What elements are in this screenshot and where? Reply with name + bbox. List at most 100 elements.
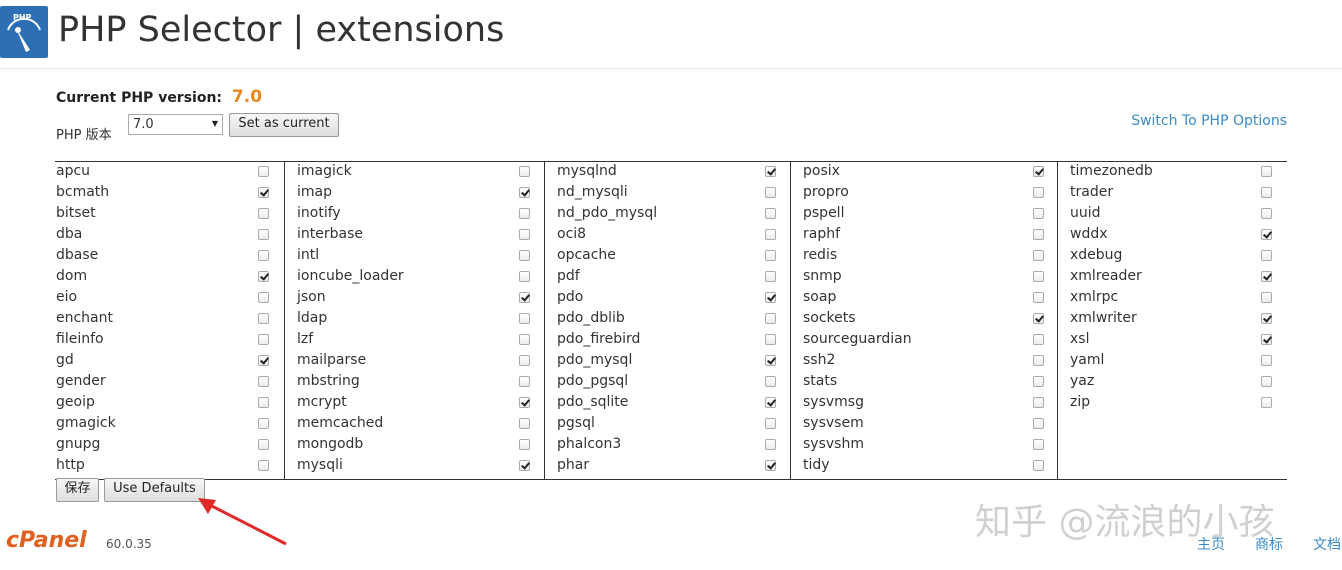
extension-checkbox[interactable]: [1033, 460, 1044, 471]
extension-checkbox[interactable]: [258, 229, 269, 240]
extension-checkbox[interactable]: [1033, 292, 1044, 303]
extension-checkbox[interactable]: [1261, 208, 1272, 219]
extension-checkbox[interactable]: [258, 334, 269, 345]
extension-row: dbase: [55, 246, 284, 267]
extension-checkbox[interactable]: [258, 460, 269, 471]
extension-checkbox[interactable]: [1033, 229, 1044, 240]
set-as-current-button[interactable]: Set as current: [229, 113, 339, 137]
switch-to-php-options-link[interactable]: Switch To PHP Options: [1131, 113, 1287, 129]
footer-link-docs[interactable]: 文档: [1313, 534, 1341, 554]
extension-checkbox[interactable]: [519, 292, 530, 303]
extension-checkbox[interactable]: [765, 439, 776, 450]
extension-checkbox[interactable]: [765, 250, 776, 261]
extension-name: trader: [1070, 184, 1114, 200]
current-version-label: Current PHP version:: [56, 90, 223, 106]
extension-row: ioncube_loader: [285, 267, 545, 288]
extension-checkbox[interactable]: [258, 292, 269, 303]
extension-row: sockets: [791, 309, 1058, 330]
current-version: Current PHP version: 7.0: [56, 87, 262, 107]
extension-checkbox[interactable]: [765, 460, 776, 471]
extension-checkbox[interactable]: [1033, 439, 1044, 450]
extension-checkbox[interactable]: [519, 355, 530, 366]
extension-column: mysqlnd nd_mysqli nd_pdo_mysql oci8 opcache p…: [544, 162, 791, 479]
extension-name: pgsql: [557, 415, 595, 431]
extension-checkbox[interactable]: [519, 439, 530, 450]
php-version-select[interactable]: 7.0 ▼: [128, 114, 223, 135]
extension-checkbox[interactable]: [765, 334, 776, 345]
extension-checkbox[interactable]: [1261, 250, 1272, 261]
extension-checkbox[interactable]: [519, 271, 530, 282]
extension-row: bcmath: [55, 183, 284, 204]
extension-checkbox[interactable]: [519, 187, 530, 198]
extension-checkbox[interactable]: [1033, 166, 1044, 177]
extension-checkbox[interactable]: [258, 376, 269, 387]
extension-checkbox[interactable]: [1261, 313, 1272, 324]
extension-checkbox[interactable]: [519, 166, 530, 177]
extension-checkbox[interactable]: [1033, 208, 1044, 219]
footer-link-trademark[interactable]: 商标: [1255, 534, 1283, 554]
extension-checkbox[interactable]: [258, 418, 269, 429]
extension-checkbox[interactable]: [519, 208, 530, 219]
extension-checkbox[interactable]: [519, 397, 530, 408]
extension-checkbox[interactable]: [258, 187, 269, 198]
extension-checkbox[interactable]: [1261, 166, 1272, 177]
extension-checkbox[interactable]: [258, 208, 269, 219]
extension-name: dba: [56, 226, 83, 242]
extension-checkbox[interactable]: [1261, 355, 1272, 366]
extension-checkbox[interactable]: [258, 271, 269, 282]
extension-checkbox[interactable]: [519, 460, 530, 471]
extension-checkbox[interactable]: [1033, 397, 1044, 408]
extension-name: raphf: [803, 226, 841, 242]
extension-checkbox[interactable]: [1261, 334, 1272, 345]
extension-name: posix: [803, 163, 840, 179]
extension-checkbox[interactable]: [1033, 187, 1044, 198]
extension-checkbox[interactable]: [519, 376, 530, 387]
extension-row: zip: [1058, 393, 1288, 414]
save-button[interactable]: 保存: [56, 478, 99, 502]
extension-checkbox[interactable]: [1261, 292, 1272, 303]
extension-checkbox[interactable]: [519, 418, 530, 429]
extension-name: sockets: [803, 310, 856, 326]
extension-checkbox[interactable]: [765, 292, 776, 303]
extension-checkbox[interactable]: [519, 229, 530, 240]
extension-checkbox[interactable]: [1033, 271, 1044, 282]
extension-name: snmp: [803, 268, 842, 284]
extension-checkbox[interactable]: [1261, 397, 1272, 408]
extension-checkbox[interactable]: [765, 208, 776, 219]
extension-checkbox[interactable]: [1033, 334, 1044, 345]
extension-checkbox[interactable]: [519, 250, 530, 261]
extension-checkbox[interactable]: [765, 397, 776, 408]
extension-checkbox[interactable]: [1033, 250, 1044, 261]
footer-link-home[interactable]: 主页: [1197, 534, 1225, 554]
extension-checkbox[interactable]: [765, 313, 776, 324]
extension-checkbox[interactable]: [765, 229, 776, 240]
extension-checkbox[interactable]: [765, 355, 776, 366]
extension-checkbox[interactable]: [1033, 313, 1044, 324]
extension-name: phalcon3: [557, 436, 622, 452]
extension-row: opcache: [545, 246, 791, 267]
extension-checkbox[interactable]: [1033, 376, 1044, 387]
extension-checkbox[interactable]: [765, 418, 776, 429]
extension-name: inotify: [297, 205, 341, 221]
extension-checkbox[interactable]: [1033, 355, 1044, 366]
extension-checkbox[interactable]: [765, 376, 776, 387]
extension-name: http: [56, 457, 85, 473]
extension-name: mysqlnd: [557, 163, 617, 179]
extension-checkbox[interactable]: [1261, 271, 1272, 282]
extension-checkbox[interactable]: [258, 166, 269, 177]
extension-checkbox[interactable]: [258, 355, 269, 366]
extension-checkbox[interactable]: [765, 187, 776, 198]
extension-checkbox[interactable]: [1261, 229, 1272, 240]
extension-row: mbstring: [285, 372, 545, 393]
extension-checkbox[interactable]: [258, 313, 269, 324]
extension-checkbox[interactable]: [1033, 418, 1044, 429]
extension-checkbox[interactable]: [765, 166, 776, 177]
extension-checkbox[interactable]: [1261, 187, 1272, 198]
extension-checkbox[interactable]: [765, 271, 776, 282]
extension-checkbox[interactable]: [519, 313, 530, 324]
extension-checkbox[interactable]: [258, 439, 269, 450]
extension-checkbox[interactable]: [519, 334, 530, 345]
extension-checkbox[interactable]: [1261, 376, 1272, 387]
extension-checkbox[interactable]: [258, 397, 269, 408]
extension-checkbox[interactable]: [258, 250, 269, 261]
